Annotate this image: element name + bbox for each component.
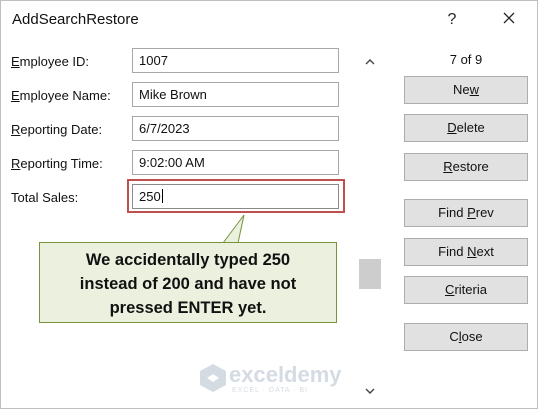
dialog-title: AddSearchRestore bbox=[12, 11, 139, 28]
delete-button[interactable]: Delete bbox=[404, 114, 528, 142]
employee-name-field[interactable]: Mike Brown bbox=[132, 82, 339, 107]
scroll-up-icon bbox=[365, 58, 375, 64]
record-counter: 7 of 9 bbox=[449, 52, 483, 67]
reporting-time-field[interactable]: 9:02:00 AM bbox=[132, 150, 339, 175]
reporting-date-field[interactable]: 6/7/2023 bbox=[132, 116, 339, 141]
data-form-dialog: AddSearchRestore ? Employee ID: Employee… bbox=[0, 0, 538, 409]
exceldemy-watermark: exceldemy EXCEL · DATA · BI bbox=[199, 361, 349, 397]
exceldemy-logo-icon bbox=[200, 364, 226, 392]
criteria-button[interactable]: Criteria bbox=[404, 276, 528, 304]
employee-name-label: Employee Name: bbox=[11, 88, 111, 103]
title-close-button[interactable] bbox=[495, 7, 523, 33]
restore-button[interactable]: Restore bbox=[404, 153, 528, 181]
scroll-down-button[interactable] bbox=[358, 382, 382, 400]
close-button[interactable]: Close bbox=[404, 323, 528, 351]
callout-text: We accidentally typed 250 instead of 200… bbox=[79, 251, 297, 317]
employee-id-label: Employee ID: bbox=[11, 54, 90, 69]
annotation-callout: We accidentally typed 250 instead of 200… bbox=[39, 242, 337, 323]
find-prev-button[interactable]: Find Prev bbox=[404, 199, 528, 227]
watermark-name: exceldemy bbox=[229, 362, 342, 387]
reporting-time-label: Reporting Time: bbox=[11, 156, 103, 171]
total-sales-label: Total Sales: bbox=[11, 190, 79, 205]
record-scrollbar[interactable] bbox=[358, 48, 382, 403]
scroll-thumb[interactable] bbox=[359, 259, 381, 289]
help-button[interactable]: ? bbox=[442, 8, 462, 32]
scroll-down-icon bbox=[365, 388, 375, 394]
scroll-up-button[interactable] bbox=[358, 52, 382, 70]
new-button[interactable]: New bbox=[404, 76, 528, 104]
employee-id-field[interactable]: 1007 bbox=[132, 48, 339, 73]
find-next-button[interactable]: Find Next bbox=[404, 238, 528, 266]
reporting-date-label: Reporting Date: bbox=[11, 122, 103, 137]
total-sales-highlight bbox=[127, 179, 345, 213]
close-icon bbox=[503, 12, 515, 24]
watermark-tagline: EXCEL · DATA · BI bbox=[232, 387, 308, 394]
